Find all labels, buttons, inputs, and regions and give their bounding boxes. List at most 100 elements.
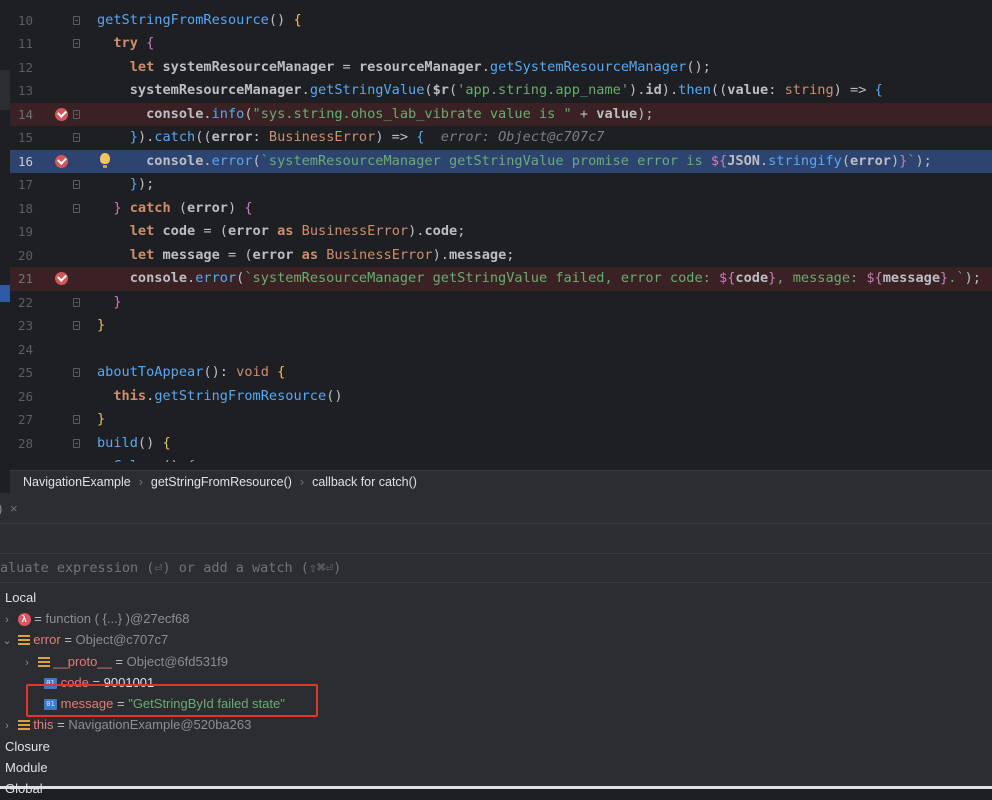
code-token: , message: [776, 270, 867, 286]
code-token: = [334, 58, 359, 75]
line-number[interactable]: 26 [18, 385, 44, 409]
fold-icon[interactable] [73, 438, 80, 448]
line-number[interactable]: 14 [18, 103, 44, 127]
fold-icon[interactable] [73, 39, 80, 48]
fold-icon[interactable] [73, 180, 80, 189]
code-line[interactable]: 22 } [10, 291, 992, 315]
code-token: ) => [833, 82, 875, 98]
line-number[interactable]: 19 [18, 220, 44, 244]
code-line[interactable]: 18 } catch (error) { [10, 197, 992, 221]
code-line[interactable]: 21 console.error(`systemResourceManager … [10, 267, 992, 291]
tree-section-closure[interactable]: Closure [5, 736, 50, 758]
code-token: (): [203, 364, 237, 380]
tree-row-proto[interactable]: › __proto__ = Object@6fd531f9 [20, 651, 228, 673]
breadcrumb-item-callback[interactable]: callback for catch() [312, 471, 417, 493]
code-line[interactable]: 11 try { [10, 32, 992, 56]
code-text: } [97, 291, 121, 315]
breakpoint-icon[interactable] [55, 154, 68, 168]
fold-icon[interactable] [73, 15, 80, 25]
code-token: stringify [768, 152, 842, 169]
line-number[interactable]: 21 [18, 267, 44, 291]
code-line[interactable]: 10 getStringFromResource() { [10, 9, 992, 33]
line-number[interactable]: 16 [18, 150, 44, 174]
tree-row-error[interactable]: ⌄ error = Object@c707c7 [0, 629, 168, 651]
fold-icon[interactable] [73, 368, 80, 377]
code-token: error [211, 129, 253, 145]
line-number[interactable]: 11 [18, 32, 44, 56]
code-token: code [424, 223, 458, 239]
code-line[interactable]: 29 Column() { [10, 455, 992, 462]
code-token: (( [195, 129, 212, 145]
chevron-right-icon[interactable]: › [0, 716, 14, 738]
code-line[interactable]: 17 }); [10, 173, 992, 197]
code-token: (( [710, 82, 728, 98]
line-number[interactable]: 18 [18, 197, 44, 221]
code-token: code [162, 223, 196, 239]
fold-icon[interactable] [73, 415, 80, 424]
section-label: Local [5, 590, 37, 605]
fold-icon[interactable] [73, 321, 80, 330]
line-number[interactable]: 15 [18, 126, 44, 150]
tree-row-this[interactable]: › this = NavigationExample@520ba263 [0, 714, 251, 736]
code-line[interactable]: 13 systemResourceManager.getStringValue(… [10, 79, 992, 103]
code-line[interactable]: 23} [10, 314, 992, 338]
code-token: error [187, 199, 228, 216]
code-line[interactable]: 25 aboutToAppear(): void { [10, 361, 992, 385]
tree-section-module[interactable]: Module [5, 757, 48, 779]
code-token: message [882, 270, 941, 286]
code-line[interactable]: 27} [10, 408, 992, 432]
code-editor[interactable]: 10 getStringFromResource() {11 try {12 le… [0, 0, 992, 462]
highlight-box [26, 684, 318, 717]
code-line[interactable]: 20 let message = (error as BusinessError… [10, 244, 992, 268]
line-number[interactable]: 20 [18, 244, 44, 268]
code-token: ) [227, 199, 245, 216]
breakpoint-icon[interactable] [55, 272, 68, 285]
code-token: } [113, 199, 122, 216]
line-number[interactable]: 29 [18, 455, 44, 462]
code-text: try { [97, 32, 154, 56]
code-token: { [244, 199, 253, 216]
breadcrumb-item-method[interactable]: getStringFromResource() [151, 471, 292, 493]
breadcrumb-separator-icon: › [299, 475, 305, 489]
line-number[interactable]: 28 [18, 432, 44, 456]
tree-section-local[interactable]: Local [5, 587, 36, 609]
evaluate-expression-input[interactable]: aluate expression (⏎) or add a watch (⇧⌘… [0, 554, 992, 583]
chevron-right-icon[interactable]: › [20, 653, 34, 675]
code-line[interactable]: 12 let systemResourceManager = resourceM… [10, 56, 992, 80]
code-token: ). [408, 223, 425, 239]
code-line[interactable]: 19 let code = (error as BusinessError).c… [10, 220, 992, 244]
line-number[interactable]: 17 [18, 173, 44, 197]
line-number[interactable]: 13 [18, 79, 44, 103]
line-number[interactable]: 22 [18, 291, 44, 315]
close-icon[interactable]: × [10, 501, 18, 516]
fold-icon[interactable] [73, 133, 80, 142]
code-line[interactable]: 15 }).catch((error: BusinessError) => { … [10, 126, 992, 150]
line-number[interactable]: 12 [18, 56, 44, 80]
code-token: ); [964, 270, 981, 286]
line-number[interactable]: 24 [18, 338, 44, 362]
fold-icon[interactable] [73, 203, 80, 213]
chevron-down-icon[interactable]: ⌄ [0, 631, 14, 653]
tree-row-function[interactable]: › λ = function ( {...} )@27ecf68 [0, 608, 189, 630]
code-line[interactable]: 16 console.error(`systemResourceManager … [10, 149, 992, 174]
code-line[interactable]: 24 [10, 338, 992, 362]
line-number[interactable]: 25 [18, 361, 44, 385]
code-line[interactable]: 14 console.info("sys.string.ohos_lab_vib… [10, 102, 992, 127]
breadcrumb-item-class[interactable]: NavigationExample [23, 471, 131, 493]
breakpoint-icon[interactable] [55, 107, 68, 121]
line-number[interactable]: 10 [18, 9, 44, 33]
fold-icon[interactable] [73, 109, 80, 119]
code-line[interactable]: 26 this.getStringFromResource() [10, 385, 992, 409]
code-token: .` [948, 270, 965, 286]
section-label: Module [5, 760, 48, 775]
line-number[interactable]: 23 [18, 314, 44, 338]
line-number[interactable]: 27 [18, 408, 44, 432]
code-token: . [481, 58, 490, 75]
code-token: error [850, 152, 891, 169]
code-text: }).catch((error: BusinessError) => { err… [97, 126, 605, 150]
fold-icon[interactable] [73, 297, 80, 307]
code-token: . [203, 152, 212, 169]
code-line[interactable]: 28 build() { [10, 432, 992, 456]
